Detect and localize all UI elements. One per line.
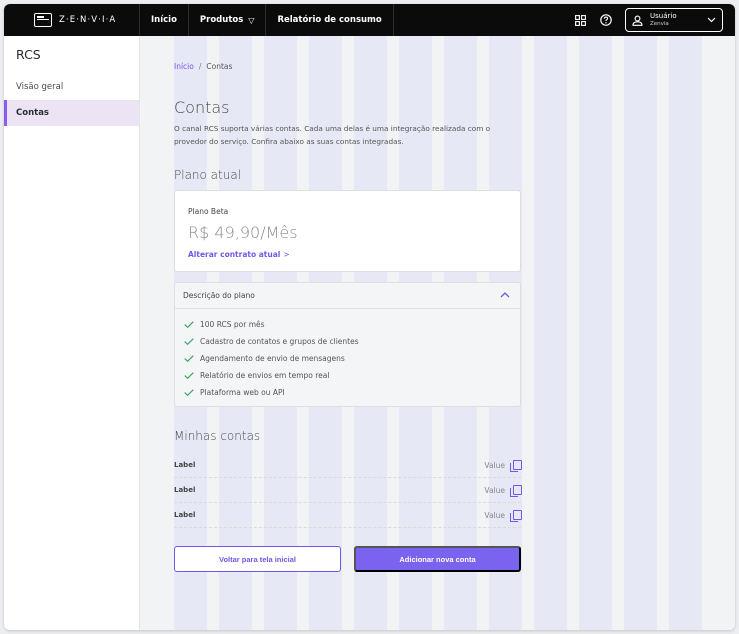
plan-description-accordion: Descrição do plano 100 RCS por mês Cadas… bbox=[174, 282, 521, 407]
list-item: Relatório de envios em tempo real bbox=[184, 367, 520, 384]
nav-relatorio-consumo[interactable]: Relatório de consumo bbox=[266, 4, 394, 36]
check-icon bbox=[184, 355, 194, 362]
chevron-up-icon[interactable] bbox=[498, 290, 512, 301]
copy-icon[interactable] bbox=[510, 459, 522, 472]
plan-price: R$ 49,90/Mês bbox=[188, 223, 298, 242]
top-nav: Início Produtos ▽ Relatório de consumo bbox=[140, 4, 394, 36]
user-org: Zenvia bbox=[650, 20, 669, 27]
change-contract-link[interactable]: Alterar contrato atual > bbox=[188, 250, 290, 259]
accordion-title: Descrição do plano bbox=[183, 291, 255, 300]
user-menu[interactable]: Usuário Zenvia bbox=[625, 8, 723, 32]
section-title-minhas-contas: Minhas contas bbox=[174, 429, 261, 443]
sidebar-title: RCS bbox=[16, 47, 41, 62]
account-label: Label bbox=[174, 461, 196, 469]
section-title-plano-atual: Plano atual bbox=[174, 168, 242, 182]
user-name: Usuário bbox=[650, 11, 677, 20]
feature-list: 100 RCS por mês Cadastro de contatos e g… bbox=[175, 309, 520, 401]
check-icon bbox=[184, 372, 194, 379]
check-icon bbox=[184, 321, 194, 328]
plan-card: Plano Beta R$ 49,90/Mês Alterar contrato… bbox=[174, 190, 521, 272]
page-description: O canal RCS suporta várias contas. Cada … bbox=[174, 124, 491, 146]
account-value: Value bbox=[484, 460, 505, 470]
top-bar: Z·E·N·V·I·A Início Produtos ▽ Relatório d… bbox=[4, 4, 735, 36]
page-title: Contas bbox=[174, 98, 230, 117]
grid-column bbox=[579, 36, 612, 630]
check-icon bbox=[184, 338, 194, 345]
add-account-button[interactable]: Adicionar nova conta bbox=[354, 546, 521, 572]
user-info: Usuário Zenvia bbox=[650, 11, 677, 28]
chevron-down-icon: ▽ bbox=[248, 15, 255, 25]
grid-column bbox=[534, 36, 567, 630]
brand[interactable]: Z·E·N·V·I·A bbox=[4, 4, 140, 36]
sidebar-item-visao-geral[interactable]: Visão geral bbox=[4, 74, 139, 100]
nav-produtos[interactable]: Produtos ▽ bbox=[189, 4, 267, 36]
copy-icon[interactable] bbox=[510, 484, 522, 497]
sidebar: RCS Visão geral Contas bbox=[4, 36, 140, 630]
account-label: Label bbox=[174, 486, 196, 494]
account-value: Value bbox=[484, 485, 505, 495]
copy-icon[interactable] bbox=[510, 509, 522, 522]
apps-grid-icon[interactable] bbox=[569, 9, 591, 31]
plan-name: Plano Beta bbox=[188, 207, 229, 216]
brand-name: Z·E·N·V·I·A bbox=[59, 15, 117, 25]
account-row: Label Value bbox=[174, 478, 522, 503]
grid-column bbox=[669, 36, 702, 630]
list-item: Plataforma web ou API bbox=[184, 384, 520, 401]
breadcrumb-separator: / bbox=[198, 62, 202, 71]
account-row: Label Value bbox=[174, 503, 522, 528]
chevron-down-icon bbox=[707, 16, 716, 25]
logo-icon bbox=[34, 13, 52, 27]
breadcrumb-current: Contas bbox=[206, 62, 233, 71]
sidebar-item-contas[interactable]: Contas bbox=[4, 100, 139, 126]
breadcrumb-home[interactable]: Início bbox=[174, 62, 194, 71]
account-value: Value bbox=[484, 510, 505, 520]
account-label: Label bbox=[174, 511, 196, 519]
app-window: Z·E·N·V·I·A Início Produtos ▽ Relatório d… bbox=[4, 4, 735, 630]
top-right-tools: Usuário Zenvia bbox=[565, 4, 735, 36]
check-icon bbox=[184, 389, 194, 396]
help-icon[interactable] bbox=[595, 9, 617, 31]
list-item: 100 RCS por mês bbox=[184, 316, 520, 333]
main-content: Início / Contas Contas O canal RCS suporta… bbox=[140, 36, 735, 630]
list-item: Agendamento de envio de mensagens bbox=[184, 350, 520, 367]
account-row: Label Value bbox=[174, 453, 522, 478]
breadcrumb: Início / Contas bbox=[174, 62, 232, 71]
chevron-right-icon: > bbox=[283, 250, 290, 259]
back-to-home-button[interactable]: Voltar para tela inicial bbox=[174, 546, 341, 572]
accordion-header[interactable]: Descrição do plano bbox=[175, 283, 520, 309]
list-item: Cadastro de contatos e grupos de cliente… bbox=[184, 333, 520, 350]
grid-column bbox=[624, 36, 657, 630]
nav-inicio[interactable]: Início bbox=[140, 4, 189, 36]
user-icon bbox=[632, 15, 643, 26]
